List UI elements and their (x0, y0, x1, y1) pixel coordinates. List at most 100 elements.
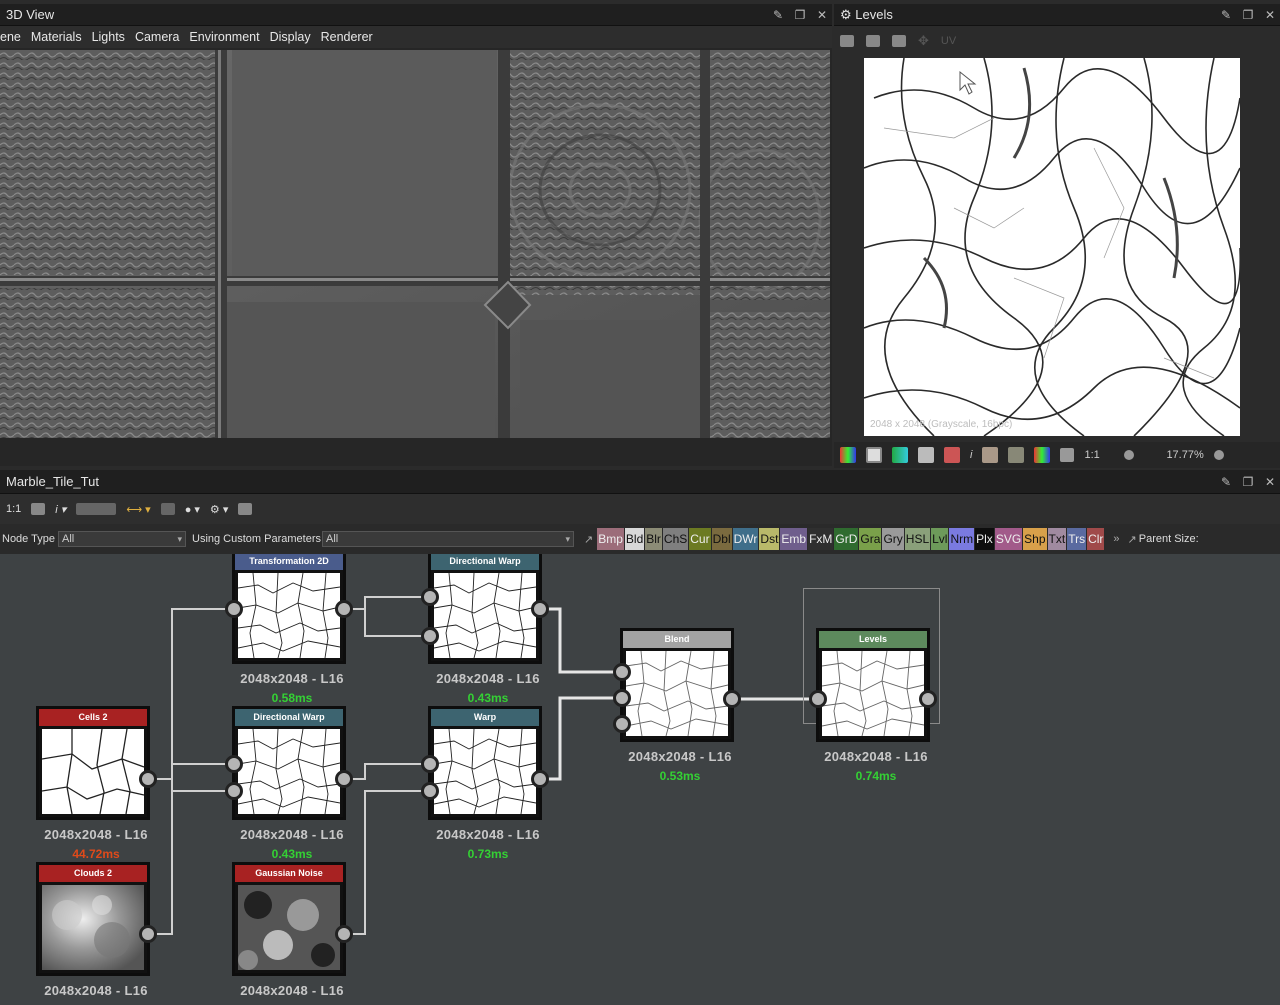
parent-size-label[interactable]: Parent Size: (1139, 533, 1199, 545)
save-image-icon[interactable] (840, 35, 854, 47)
filter-tag-bmp[interactable]: Bmp (597, 528, 624, 550)
align-icon[interactable] (76, 503, 117, 515)
input-port[interactable] (613, 715, 631, 733)
export-image-icon[interactable] (892, 35, 906, 47)
filter-tag-emb[interactable]: Emb (780, 528, 808, 550)
menu-scene[interactable]: ene (0, 26, 21, 48)
filter-tag-lvl[interactable]: Lvl (931, 528, 949, 550)
filter-tag-svg[interactable]: SVG (994, 528, 1023, 550)
screenshot-icon[interactable] (31, 503, 46, 515)
input-port[interactable] (225, 782, 243, 800)
zoom-level[interactable]: 17.77% (1144, 449, 1203, 461)
input-port[interactable] (613, 689, 631, 707)
histogram-icon[interactable] (982, 447, 999, 463)
filter-tag-blr[interactable]: Blr (645, 528, 662, 550)
channels-icon[interactable] (840, 447, 856, 463)
fit-icon[interactable] (1060, 448, 1075, 462)
float-icon[interactable]: ❐ (1242, 4, 1254, 26)
node-dirwarp2[interactable]: Directional Warp 2048x2048 - L16 0.43ms (225, 706, 353, 861)
node-clouds2[interactable]: Clouds 2 2048x2048 - L16 (36, 862, 157, 998)
zoom-out-icon[interactable] (1123, 450, 1134, 460)
filter-tag-dbl[interactable]: Dbl (711, 528, 732, 550)
bake-icon[interactable]: ● ▾ (185, 503, 200, 516)
filter-tag-txt[interactable]: Txt (1047, 528, 1067, 550)
close-icon[interactable]: ✕ (1264, 470, 1276, 494)
menu-renderer[interactable]: Renderer (321, 26, 373, 48)
node-levels[interactable]: Levels 2048x2048 - L16 0.74ms (809, 628, 937, 783)
hue-icon[interactable] (1034, 447, 1051, 463)
filter-tag-dst[interactable]: Dst (759, 528, 780, 550)
input-port[interactable] (421, 755, 439, 773)
info-icon[interactable]: i ▾ (55, 503, 66, 516)
close-icon[interactable]: ✕ (816, 4, 828, 26)
pin-icon[interactable]: ✎ (772, 4, 784, 26)
filter-tag-clr[interactable]: Clr (1087, 528, 1105, 550)
output-port[interactable] (531, 600, 549, 618)
node-dirwarp1[interactable]: Directional Warp 2048x2048 - L16 0.43ms (421, 554, 549, 705)
filter-tag-hsl[interactable]: HSL (904, 528, 931, 550)
copy-image-icon[interactable] (866, 35, 880, 47)
graph-canvas[interactable]: Transformation 2D 2048x2048 - L16 0.58ms Di… (0, 554, 1280, 1005)
node-type-select[interactable]: All (58, 531, 186, 547)
checker-icon[interactable] (866, 447, 882, 463)
filter-tag-chs[interactable]: ChS (662, 528, 689, 550)
more-tags-icon[interactable]: » (1113, 533, 1119, 545)
pin-icon[interactable]: ✎ (1220, 470, 1232, 494)
output-port[interactable] (335, 925, 353, 943)
3d-viewport[interactable] (0, 50, 830, 438)
menu-environment[interactable]: Environment (189, 26, 259, 48)
pin-icon[interactable]: ✎ (1220, 4, 1232, 26)
info-icon[interactable]: i (970, 449, 972, 461)
filter-tag-trs[interactable]: Trs (1067, 528, 1087, 550)
filter-tag-fxm[interactable]: FxM (808, 528, 834, 550)
output-port[interactable] (723, 690, 741, 708)
node-warp[interactable]: Warp 2048x2048 - L16 0.73ms (421, 706, 549, 861)
expand-icon[interactable]: ↗ (584, 533, 593, 546)
grid-icon[interactable] (918, 447, 934, 463)
input-port[interactable] (613, 663, 631, 681)
export-icon[interactable] (238, 503, 253, 515)
node-gaussian[interactable]: Gaussian Noise 2048x2048 - L16 (232, 862, 353, 998)
menu-camera[interactable]: Camera (135, 26, 179, 48)
ratio-button[interactable]: 1:1 (1084, 449, 1099, 461)
output-port[interactable] (531, 770, 549, 788)
input-port[interactable] (421, 588, 439, 606)
filter-tag-dwr[interactable]: DWr (732, 528, 759, 550)
node-transform2d[interactable]: Transformation 2D 2048x2048 - L16 0.58ms (225, 554, 353, 705)
menu-materials[interactable]: Materials (31, 26, 82, 48)
filter-tag-nrm[interactable]: Nrm (949, 528, 975, 550)
color-icon[interactable] (892, 447, 908, 463)
rgb-icon[interactable] (1008, 447, 1025, 463)
frame-icon[interactable] (160, 503, 175, 515)
graph-ratio-button[interactable]: 1:1 (6, 503, 21, 515)
input-port[interactable] (225, 755, 243, 773)
menu-lights[interactable]: Lights (92, 26, 125, 48)
output-port[interactable] (335, 770, 353, 788)
output-port[interactable] (139, 770, 157, 788)
tiling-icon[interactable] (944, 447, 960, 463)
output-port[interactable] (919, 690, 937, 708)
link-icon[interactable]: ⟷ ▾ (126, 503, 150, 516)
settings-icon[interactable]: ⚙ ▾ (210, 503, 228, 516)
input-port[interactable] (809, 690, 827, 708)
close-icon[interactable]: ✕ (1264, 4, 1276, 26)
filter-tag-grd[interactable]: GrD (834, 528, 859, 550)
filter-tag-bld[interactable]: Bld (624, 528, 645, 550)
move-icon[interactable]: ✥ (918, 33, 929, 49)
menu-display[interactable]: Display (270, 26, 311, 48)
params-select[interactable]: All (322, 531, 574, 547)
filter-tag-gra[interactable]: Gra (859, 528, 882, 550)
input-port[interactable] (225, 600, 243, 618)
node-blend[interactable]: Blend 2048x2048 - L16 0.53ms (613, 628, 741, 783)
float-icon[interactable]: ❐ (794, 4, 806, 26)
input-port[interactable] (421, 782, 439, 800)
filter-tag-gry[interactable]: Gry (882, 528, 904, 550)
output-port[interactable] (335, 600, 353, 618)
float-icon[interactable]: ❐ (1242, 470, 1254, 494)
texture-preview[interactable]: 2048 x 2048 (Grayscale, 16bpc) (864, 58, 1240, 436)
node-cells2[interactable]: Cells 2 2048x2048 - L16 44.72ms (36, 706, 157, 861)
filter-tag-shp[interactable]: Shp (1023, 528, 1047, 550)
filter-tag-plx[interactable]: Plx (975, 528, 994, 550)
uv-dropdown[interactable]: UV (941, 35, 956, 47)
input-port[interactable] (421, 627, 439, 645)
